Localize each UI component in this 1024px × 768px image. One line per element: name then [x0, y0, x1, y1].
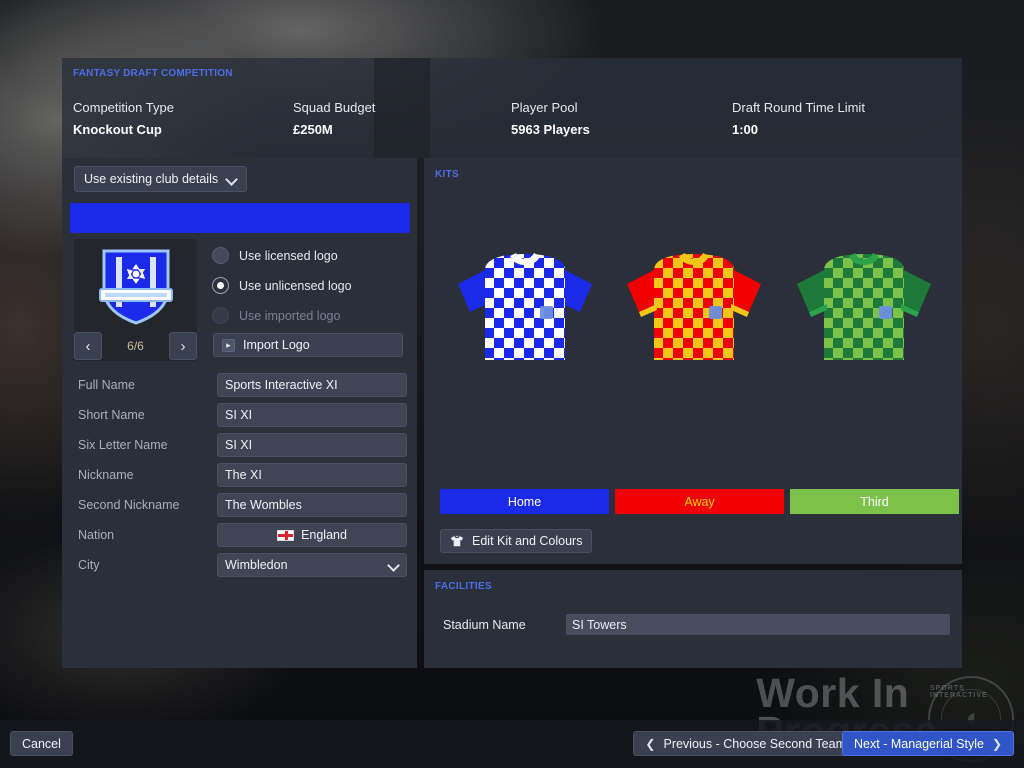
import-logo-button[interactable]: ▸ Import Logo	[213, 333, 403, 357]
form-row-short-name: Short Name SI XI	[62, 400, 417, 430]
logo-ring-text: SPORTS INTERACTIVE	[930, 685, 988, 699]
stat-label: Draft Round Time Limit	[732, 100, 865, 115]
radio-use-licensed-logo[interactable]: Use licensed logo	[212, 247, 338, 264]
field-label: Six Letter Name	[78, 438, 168, 452]
stadium-name-value: SI Towers	[572, 617, 627, 632]
field-label: Second Nickname	[78, 498, 180, 512]
club-badge-icon	[98, 249, 173, 325]
summary-header: FANTASY DRAFT COMPETITION	[73, 68, 233, 79]
kits-panel-header: KITS	[435, 169, 459, 180]
field-label: Nation	[78, 528, 115, 542]
six-letter-name-input[interactable]: SI XI	[217, 433, 407, 457]
next-button[interactable]: Next - Managerial Style ❯	[842, 731, 1014, 756]
chevron-down-icon	[389, 560, 399, 570]
cancel-button[interactable]: Cancel	[10, 731, 73, 756]
club-details-form: Full Name Sports Interactive XI Short Na…	[62, 370, 417, 580]
form-row-second-nickname: Second Nickname The Wombles	[62, 490, 417, 520]
field-value: Sports Interactive XI	[225, 378, 338, 392]
kit-preview-home[interactable]	[444, 248, 606, 368]
stat-label: Competition Type	[73, 100, 174, 115]
club-details-panel: Use existing club details ‹ 6/6 › Use li…	[62, 158, 417, 668]
form-row-six-letter-name: Six Letter Name SI XI	[62, 430, 417, 460]
stat-value: 1:00	[732, 122, 759, 137]
radio-use-imported-logo: Use imported logo	[212, 307, 340, 324]
nation-selector[interactable]: England	[217, 523, 407, 547]
field-label: Nickname	[78, 468, 134, 482]
field-value: England	[301, 528, 347, 542]
edit-kit-and-colours-button[interactable]: Edit Kit and Colours	[440, 529, 593, 553]
second-nickname-input[interactable]: The Wombles	[217, 493, 407, 517]
stat-label: Squad Budget	[293, 100, 376, 115]
field-label: Short Name	[78, 408, 145, 422]
form-row-full-name: Full Name Sports Interactive XI	[62, 370, 417, 400]
previous-button[interactable]: ❮ Previous - Choose Second Team	[633, 731, 858, 756]
field-value: The Wombles	[225, 498, 302, 512]
club-details-dropdown[interactable]: Use existing club details	[74, 166, 248, 192]
full-name-input[interactable]: Sports Interactive XI	[217, 373, 407, 397]
badge-prev-button[interactable]: ‹	[74, 332, 102, 360]
edit-kit-label: Edit Kit and Colours	[472, 534, 583, 548]
chevron-right-icon: ❯	[991, 736, 1002, 751]
badge-counter: 6/6	[127, 339, 144, 353]
stat-value: Knockout Cup	[73, 122, 162, 137]
field-label: City	[78, 558, 100, 572]
radio-label: Use licensed logo	[239, 248, 338, 263]
summary-stat-player-pool: Player Pool 5963 Players	[511, 100, 590, 137]
badge-next-button[interactable]: ›	[169, 332, 197, 360]
field-label: Full Name	[78, 378, 135, 392]
field-value: SI XI	[225, 408, 253, 422]
club-details-dropdown-label: Use existing club details	[84, 172, 219, 186]
radio-label: Use unlicensed logo	[239, 278, 352, 293]
form-row-nickname: Nickname The XI	[62, 460, 417, 490]
england-flag-icon	[277, 529, 295, 541]
kit-preview-third[interactable]	[783, 248, 945, 368]
kit-tab-third[interactable]: Third	[790, 489, 959, 514]
stat-value: 5963 Players	[511, 122, 590, 137]
stadium-name-label: Stadium Name	[443, 618, 526, 632]
chevron-left-icon: ❮	[645, 736, 656, 751]
club-badge-tile: ‹ 6/6 ›	[74, 239, 197, 361]
stat-label: Player Pool	[511, 100, 578, 115]
kit-tab-home[interactable]: Home	[440, 489, 609, 514]
stadium-name-input[interactable]: SI Towers	[566, 614, 950, 635]
radio-indicator	[212, 307, 229, 324]
city-dropdown[interactable]: Wimbledon	[217, 553, 407, 577]
kit-tab-group: Home Away Third	[440, 489, 959, 514]
previous-button-label: Previous - Choose Second Team	[663, 736, 846, 751]
form-row-nation: Nation England	[62, 520, 417, 550]
stat-value: £250M	[293, 122, 333, 137]
next-button-label: Next - Managerial Style	[854, 736, 984, 751]
kit-preview-away[interactable]	[613, 248, 775, 368]
club-colour-strip[interactable]	[70, 203, 410, 233]
summary-stat-draft-time-limit: Draft Round Time Limit 1:00	[732, 100, 865, 137]
summary-seam	[374, 58, 430, 158]
field-value: SI XI	[225, 438, 253, 452]
import-logo-label: Import Logo	[243, 338, 310, 352]
kit-tab-away[interactable]: Away	[615, 489, 784, 514]
nickname-input[interactable]: The XI	[217, 463, 407, 487]
facilities-panel-header: FACILITIES	[435, 581, 492, 592]
form-row-city: City Wimbledon	[62, 550, 417, 580]
bottom-navigation-bar: Cancel ❮ Previous - Choose Second Team N…	[0, 720, 1024, 768]
badge-navigation: ‹ 6/6 ›	[74, 331, 197, 361]
chevron-down-icon	[227, 174, 237, 184]
radio-indicator	[212, 277, 229, 294]
summary-stat-competition-type: Competition Type Knockout Cup	[73, 100, 174, 137]
field-value: The XI	[225, 468, 262, 482]
shirt-icon	[450, 535, 464, 546]
summary-stat-squad-budget: Squad Budget £250M	[293, 100, 375, 137]
competition-summary-bar: FANTASY DRAFT COMPETITION Competition Ty…	[62, 58, 962, 158]
arrow-right-icon: ▸	[222, 338, 235, 352]
radio-indicator	[212, 247, 229, 264]
radio-label: Use imported logo	[239, 308, 341, 323]
radio-use-unlicensed-logo[interactable]: Use unlicensed logo	[212, 277, 352, 294]
short-name-input[interactable]: SI XI	[217, 403, 407, 427]
field-value: Wimbledon	[225, 558, 288, 572]
